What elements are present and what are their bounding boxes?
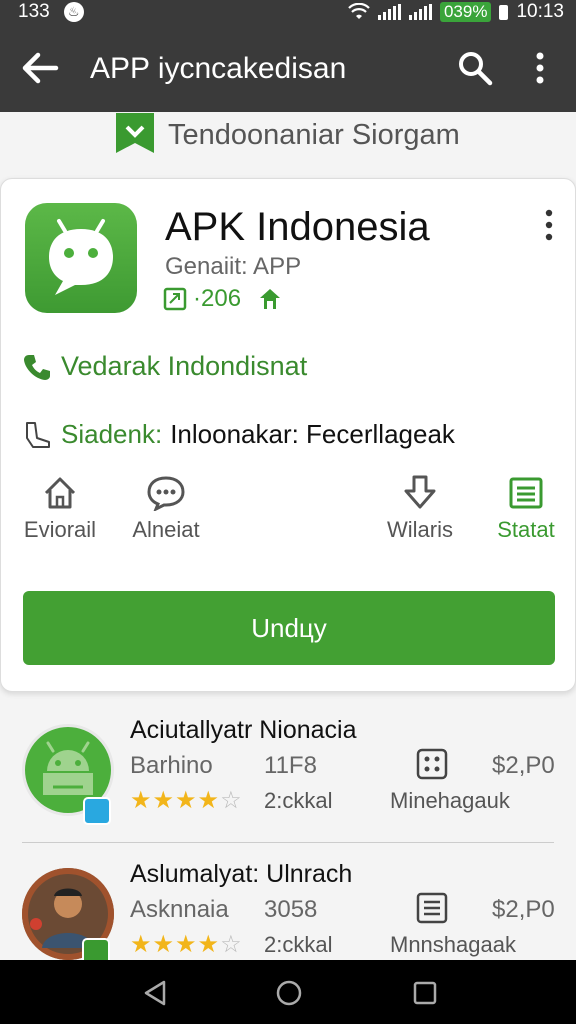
action-label: Alneiat (132, 517, 200, 542)
wifi-icon (348, 3, 370, 19)
overflow-menu-icon[interactable] (526, 48, 554, 88)
notification-icon: ♨ (63, 2, 84, 22)
action-eviorail[interactable]: Eviorail (5, 475, 115, 543)
status-bar: 133 ♨ 039% 10:13 (0, 0, 576, 24)
category-row: Siadenk: Inloonakar: Fecerllageak (23, 419, 455, 450)
item-count: 11F8 (264, 752, 317, 779)
app-bar-title: APP iycncakedisan (90, 52, 347, 85)
action-label: Statat (497, 517, 555, 542)
chat-icon (147, 476, 185, 511)
action-alneiat[interactable]: Alneiat (111, 475, 221, 543)
back-arrow-icon[interactable] (18, 48, 62, 88)
section-title: Tendoonaniar Siorgam (168, 118, 460, 151)
status-time-left: 133 (18, 1, 50, 22)
badge-icon (260, 289, 281, 309)
app-stat-row: ·206 (163, 285, 283, 313)
item-count: 3058 (264, 896, 318, 923)
item-developer: Asknnaia (130, 896, 229, 923)
item-rating-label: 2:ckkal (264, 788, 333, 813)
item-type: Mnnshagaak (390, 932, 516, 957)
app-avatar (22, 724, 114, 825)
list-icon (509, 477, 543, 509)
app-name: APK Indonesia (165, 205, 430, 249)
app-icon (25, 203, 137, 313)
android-chat-icon (49, 219, 113, 295)
item-type: Minehagauk (390, 788, 510, 813)
action-wilaris[interactable]: Wilaris (365, 475, 475, 543)
rating-stars: ★★★★☆ (130, 787, 243, 814)
download-arrow-icon (404, 475, 436, 509)
item-price: $2,P0 (492, 896, 555, 923)
app-genre: Genaiit: APP (165, 253, 302, 280)
category-label: Siadenk: (61, 419, 163, 449)
action-label: Eviorail (23, 517, 97, 542)
app-detail-card: APK Indonesia Genaiit: APP ·206 Vedarak … (0, 178, 576, 692)
signal-icon-2 (408, 4, 432, 20)
action-label: Wilaris (387, 517, 453, 542)
action-row: Eviorail Alneiat Wilaris Statat (1, 475, 576, 555)
nav-back-icon[interactable] (140, 978, 170, 1008)
section-banner: Tendoonaniar Siorgam (114, 112, 460, 158)
nav-home-icon[interactable] (274, 978, 304, 1008)
app-stat-value: ·206 (193, 285, 242, 312)
app-bar: APP iycncakedisan (0, 24, 576, 112)
item-price: $2,P0 (492, 752, 555, 779)
item-rating-label: 2:ckkal (264, 932, 333, 957)
phone-icon (24, 354, 50, 380)
list-item[interactable]: Aciutallyatr Nionacia Barhino 11F8 ★★★★☆… (0, 716, 576, 846)
installs-icon (163, 287, 187, 311)
nav-recents-icon[interactable] (410, 978, 440, 1008)
item-developer: Barhino (130, 752, 213, 779)
item-title: Aciutallyatr Nionacia (130, 716, 357, 744)
signal-icon (377, 4, 401, 20)
document-list-icon (416, 892, 448, 924)
user-avatar (22, 868, 114, 966)
download-button[interactable]: Undцy (23, 591, 555, 665)
tag-icon (26, 421, 50, 448)
search-icon[interactable] (455, 48, 495, 88)
battery-icon (499, 4, 509, 20)
action-statat[interactable]: Statat (471, 475, 576, 543)
verified-badge-icon (83, 797, 111, 825)
list-divider (22, 842, 554, 843)
card-overflow-icon[interactable] (535, 207, 563, 243)
dice-icon (416, 748, 448, 780)
category-value: Inloonakar: Fecerllageak (170, 419, 455, 449)
battery-percent: 039% (439, 2, 492, 22)
home-icon (44, 477, 76, 509)
system-nav-bar (0, 960, 576, 1024)
bookmark-flag-icon (116, 113, 154, 153)
developer-name: Vedarak Indondisnat (61, 351, 308, 381)
status-clock: 10:13 (516, 1, 564, 22)
item-title: Aslumalyat: Ulnrach (130, 860, 353, 888)
developer-row[interactable]: Vedarak Indondisnat (23, 351, 307, 382)
rating-stars: ★★★★☆ (130, 931, 243, 958)
